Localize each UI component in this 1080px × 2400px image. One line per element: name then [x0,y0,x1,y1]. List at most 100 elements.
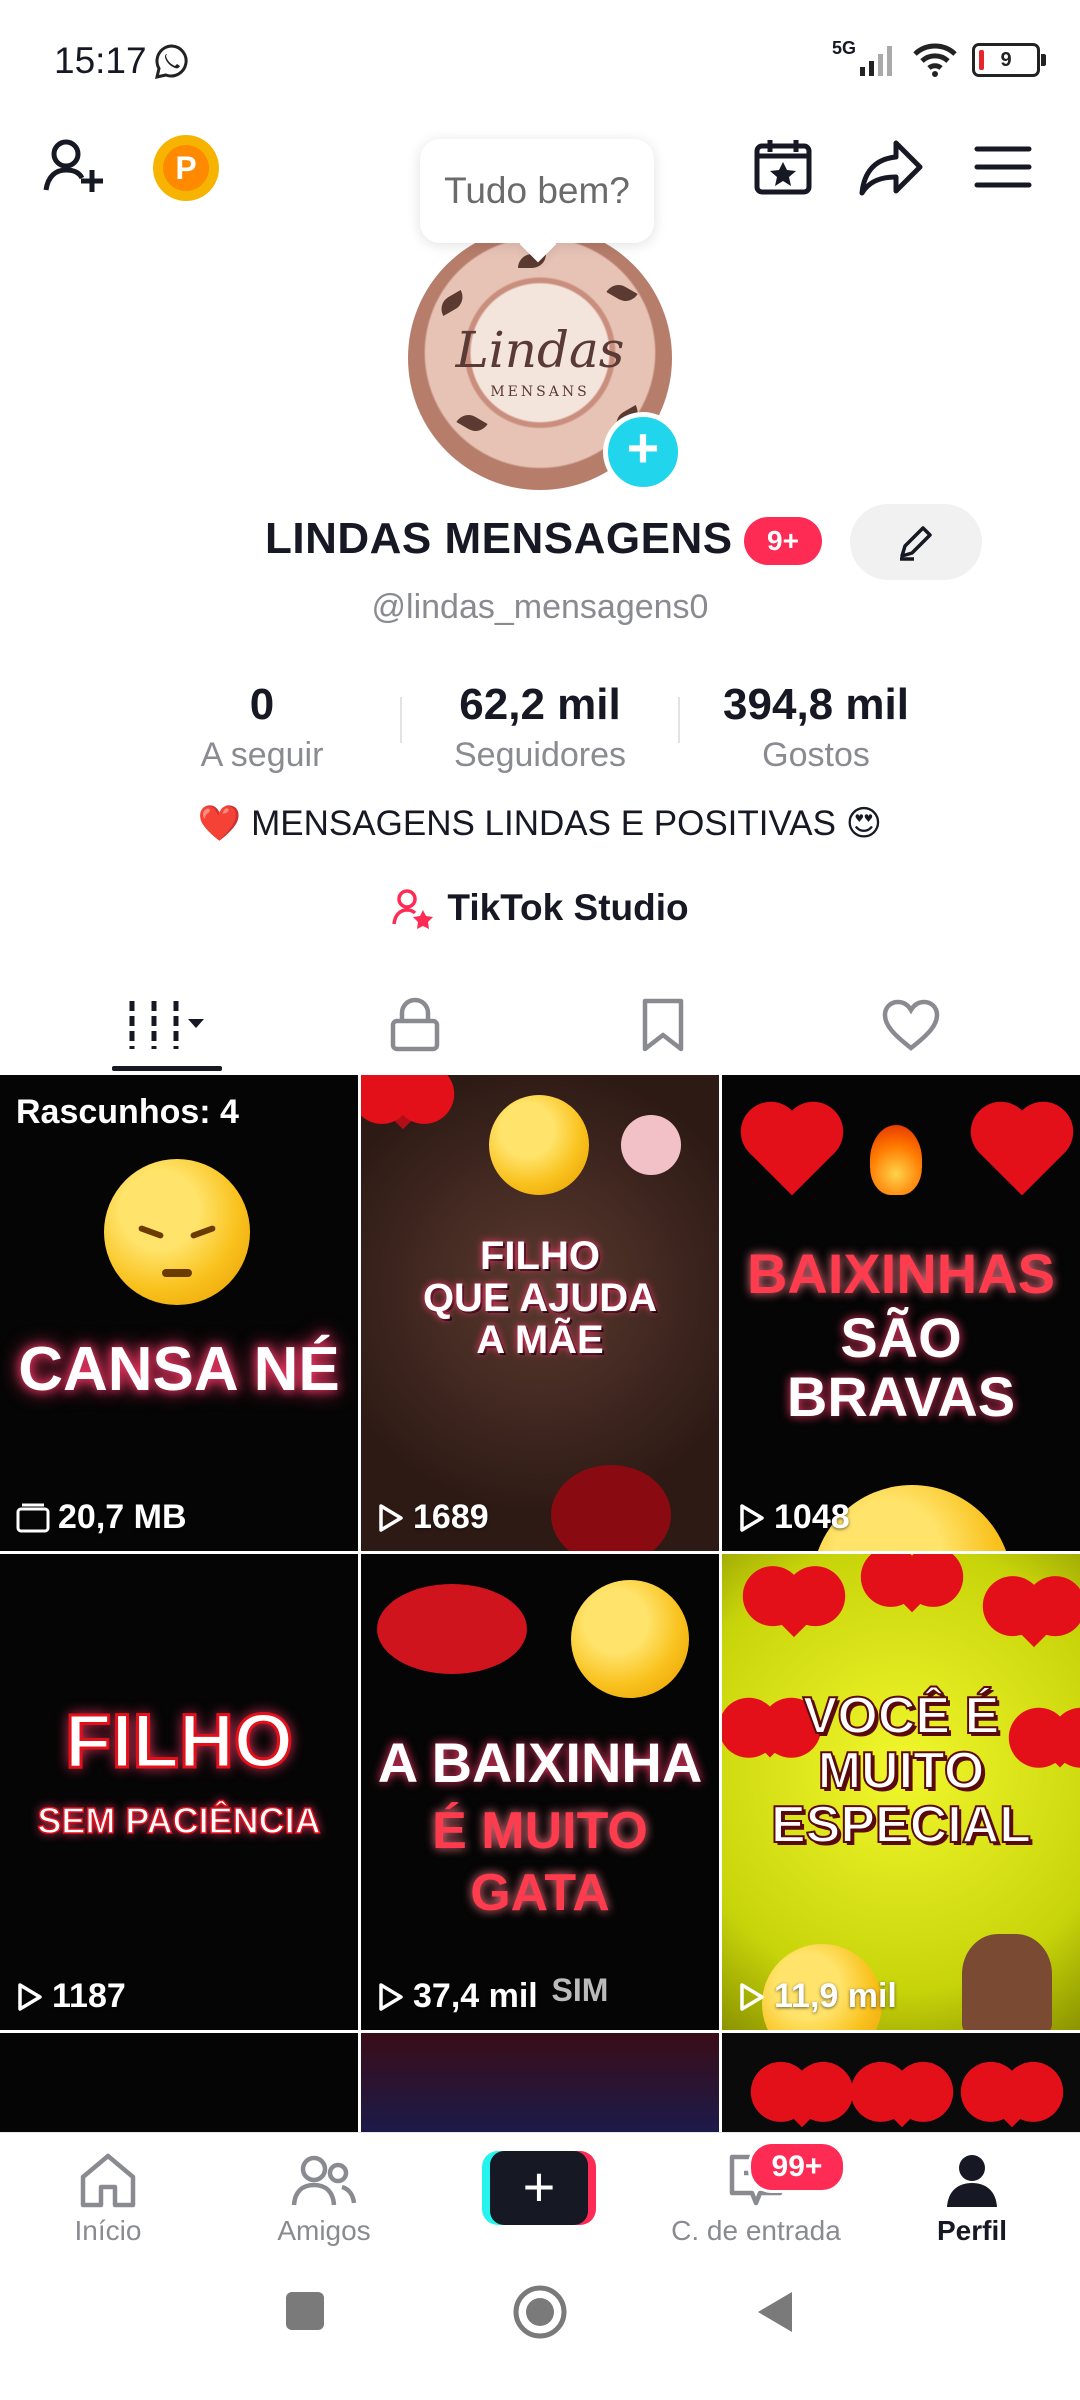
studio-label: TikTok Studio [447,887,689,928]
smiling-emoji [489,1095,589,1195]
create-button[interactable]: + [482,2151,596,2225]
tile-caption-line: A BAIXINHA [377,1731,703,1794]
nav-home-label: Início [74,2215,142,2246]
nav-home[interactable]: Início [8,2151,208,2247]
wifi-icon [913,43,957,77]
kiss-lips-decoration [377,1584,527,1674]
private-tab[interactable] [280,980,550,1070]
videos-tab[interactable] [32,980,302,1070]
play-icon [379,1503,403,1532]
video-tile[interactable]: FILHO QUE AJUDA A MÃE 1689 [361,1075,719,1551]
video-tile[interactable] [0,2033,358,2133]
tile-views-value: 37,4 mil [413,1977,538,2015]
tile-size: 20,7 MB [16,1498,187,1537]
play-icon [740,1503,764,1532]
caption-line: QUE AJUDA [422,1276,658,1320]
praying-hands-emoji [962,1934,1052,2030]
heart-decoration [762,1574,826,1638]
recent-apps-button[interactable] [286,2292,324,2330]
tile-size-value: 20,7 MB [58,1498,187,1536]
calendar-star-icon[interactable] [748,132,818,202]
share-icon[interactable] [856,132,926,202]
tile-views-value: 1689 [413,1498,489,1536]
add-story-button[interactable]: + [603,412,683,492]
heart-decoration [983,2070,1041,2128]
stat-likes-label: Gostos [762,736,870,774]
nav-friends-label: Amigos [277,2215,371,2246]
avatar-logo-sub: MENSANS [490,384,590,400]
draft-tile[interactable]: Rascunhos: 4 CANSA NÉ 20,7 MB [0,1075,358,1551]
video-tile[interactable]: FILHO SEM PACIÊNCIA 1187 [0,1554,358,2030]
tile-caption-line: É MUITO [432,1802,648,1860]
caption-line: ESPECIAL [770,1796,1032,1855]
video-tile[interactable] [361,2033,719,2133]
friends-icon [291,2155,357,2206]
pencil-icon [900,526,932,561]
heart-decoration [873,2070,931,2128]
saved-tab[interactable] [528,980,798,1070]
flower-decoration [621,1115,681,1175]
lock-icon [390,997,440,1052]
home-button[interactable] [512,2284,568,2340]
play-icon [18,1982,42,2011]
video-tile[interactable]: VOCÊ É MUITO ESPECIAL 11,9 mil [722,1554,1080,2030]
network-type: 5G [831,37,856,58]
bottom-nav: Início Amigos + C. de entrada 99+ Perfil [0,2132,1080,2253]
stat-followers[interactable]: 62,2 mil Seguidores [410,680,670,775]
caption-line: FILHO [480,1234,600,1278]
video-tile[interactable]: A BAIXINHA É MUITO GATA SIM 37,4 mil [361,1554,719,2030]
back-button[interactable] [752,2288,796,2336]
nav-profile-label: Perfil [936,2215,1008,2246]
bio-text: MENSAGENS LINDAS E POSITIVAS [251,804,836,843]
signal-icon [860,46,892,76]
stat-likes[interactable]: 394,8 mil Gostos [686,680,946,775]
sad-emoji [104,1159,250,1305]
heart-eyes-emoji: 😍 [845,804,883,843]
tile-views-value: 1187 [52,1977,126,2015]
rose-decoration [551,1465,671,1551]
tile-caption: FILHO QUE AJUDA A MÃE [361,1235,719,1361]
video-tile[interactable] [722,2033,1080,2133]
heart-decoration [883,1555,941,1613]
battery-level: 9 [1000,48,1012,71]
stat-following-label: A seguir [200,736,324,774]
liked-tab[interactable] [776,980,1046,1070]
tiktok-studio-link[interactable]: TikTok Studio [0,886,1080,930]
heart-decoration [1002,1584,1066,1648]
edit-profile-button[interactable] [850,504,982,580]
add-friend-icon[interactable] [40,132,110,202]
battery-icon: 9 [972,43,1046,77]
username: @lindas_mensagens0 [371,588,709,626]
tile-caption: VOCÊ É MUITO ESPECIAL [722,1688,1080,1855]
nav-friends[interactable]: Amigos [224,2151,424,2247]
heart-decoration [979,1110,1065,1196]
tile-views: 37,4 mil [377,1977,538,2016]
bookmark-icon [642,998,684,1052]
whatsapp-icon [154,44,188,79]
rose-decoration [374,1075,432,1130]
fire-emoji [870,1125,922,1195]
caption-line: A MÃE [476,1318,604,1362]
home-icon [80,2153,136,2208]
inbox-badge: 99+ [748,2141,846,2193]
stat-likes-value: 394,8 mil [723,680,909,729]
tile-caption-line: FILHO [64,1699,295,1784]
drafts-label: Rascunhos: 4 [16,1093,239,1131]
status-tooltip[interactable]: Tudo bem? [420,139,654,243]
stat-following[interactable]: 0 A seguir [132,680,392,775]
plus-icon: + [490,2151,588,2225]
tile-views-value: 11,9 mil [774,1977,897,2015]
active-tab-indicator [112,1066,222,1071]
menu-icon[interactable] [968,132,1038,202]
stat-followers-value: 62,2 mil [459,680,621,729]
tile-caption-line: GATA [470,1864,610,1922]
coin-icon[interactable]: P [153,135,219,201]
tile-caption-line: SÃO BRAVAS [786,1306,1016,1428]
stat-followers-label: Seguidores [453,736,626,774]
avatar-logo-text: Lindas [455,321,625,379]
heart-decoration [749,1110,835,1196]
display-name: LINDAS MENSAGENS [265,514,733,563]
video-tile[interactable]: BAIXINHAS SÃO BRAVAS 1048 [722,1075,1080,1551]
nav-profile[interactable]: Perfil [872,2151,1072,2247]
name-badge[interactable]: 9+ [744,517,822,565]
